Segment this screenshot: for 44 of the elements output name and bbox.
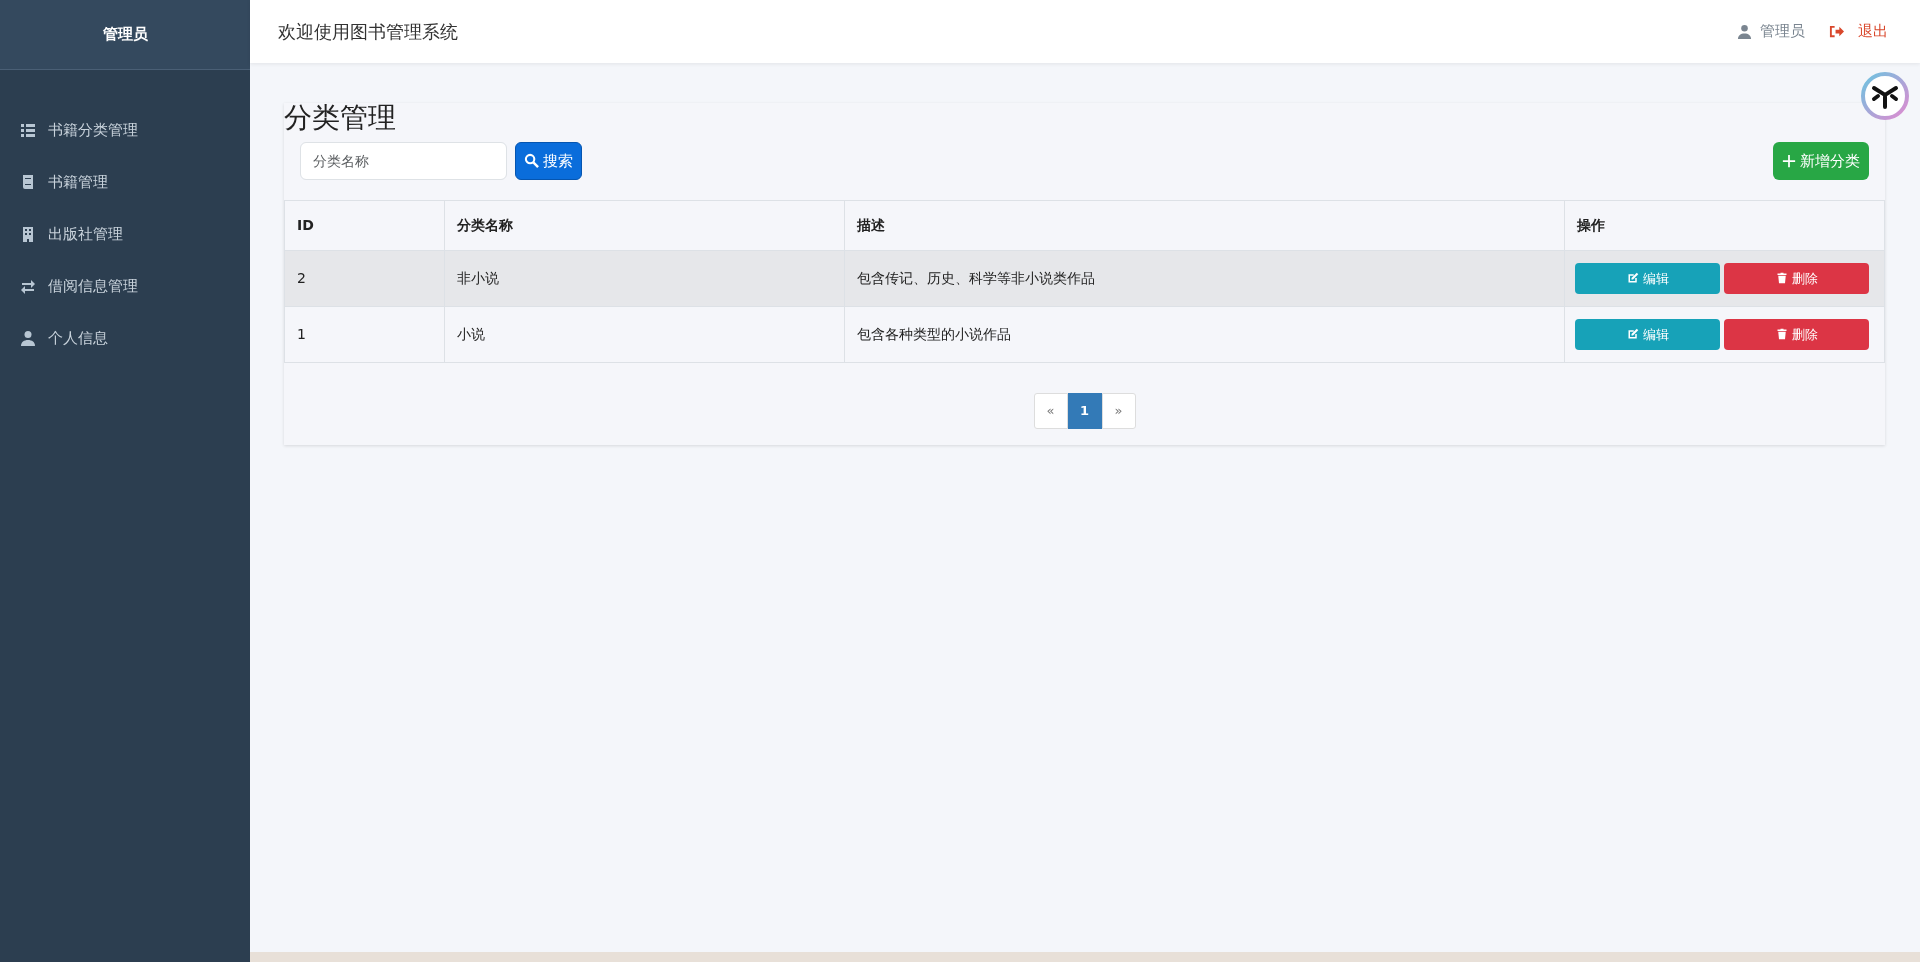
plus-icon (1782, 153, 1796, 168)
building-icon (20, 226, 36, 242)
user-link[interactable]: 管理员 (1737, 20, 1805, 43)
page-link[interactable]: » (1101, 392, 1136, 429)
table-cell: 包含传记、历史、科学等非小说类作品 (844, 250, 1565, 307)
column-header: ID (284, 200, 445, 251)
logout-link[interactable]: 退出 (1829, 20, 1888, 43)
page-link[interactable]: 1 (1067, 392, 1102, 429)
delete-button[interactable]: 删除 (1724, 262, 1869, 294)
table-cell: 1 (284, 306, 445, 363)
add-category-button[interactable]: 新增分类 (1773, 141, 1869, 180)
user-icon (1737, 24, 1752, 39)
column-header: 分类名称 (444, 200, 845, 251)
sidebar-item[interactable]: 个人信息 (0, 312, 250, 364)
sidebar-item[interactable]: 出版社管理 (0, 208, 250, 260)
delete-button[interactable]: 删除 (1724, 318, 1869, 350)
sidebar-title: 管理员 (102, 24, 148, 46)
edit-button[interactable]: 编辑 (1575, 262, 1720, 294)
search-button[interactable]: 搜索 (515, 141, 582, 180)
page-link[interactable]: « (1033, 392, 1068, 429)
table-cell: 非小说 (444, 250, 845, 307)
column-header: 描述 (844, 200, 1565, 251)
table-cell: 小说 (444, 306, 845, 363)
sidebar-item[interactable]: 书籍分类管理 (0, 104, 250, 156)
page-header-title: 欢迎使用图书管理系统 (277, 20, 458, 44)
table-cell: 包含各种类型的小说作品 (844, 306, 1565, 363)
book-icon (20, 174, 36, 190)
column-header: 操作 (1564, 200, 1885, 251)
search-field[interactable]: 分类名称 (300, 141, 507, 180)
sidebar-item[interactable]: 借阅信息管理 (0, 260, 250, 312)
search-icon (524, 153, 539, 169)
swap-arrows-icon (20, 278, 36, 294)
widget-icon[interactable] (1860, 71, 1910, 121)
edit-icon (1626, 328, 1639, 341)
user-icon (20, 330, 36, 346)
trash-icon (1775, 272, 1788, 285)
list-icon (20, 122, 36, 138)
sidebar-item[interactable]: 书籍管理 (0, 156, 250, 208)
page-title: 分类管理 (284, 103, 397, 134)
edit-button[interactable]: 编辑 (1575, 318, 1720, 350)
logout-icon (1829, 24, 1844, 39)
table-cell: 2 (284, 250, 445, 307)
edit-icon (1626, 272, 1639, 285)
trash-icon (1775, 328, 1788, 341)
